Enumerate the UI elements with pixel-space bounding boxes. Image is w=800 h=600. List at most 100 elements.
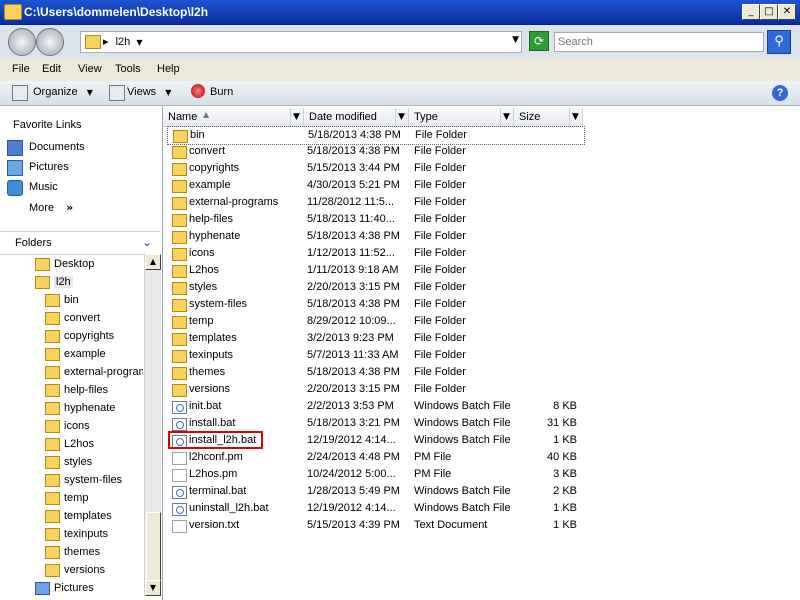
search-input[interactable]	[555, 33, 761, 51]
tree-node-l2hos[interactable]: L2hos	[45, 435, 94, 453]
file-name: bin	[190, 129, 205, 141]
file-row[interactable]: system-files 5/18/2013 4:38 PM File Folder	[167, 296, 583, 313]
file-row[interactable]: version.txt 5/15/2013 4:39 PM Text Documen…	[167, 517, 583, 534]
file-date-modified: 12/19/2012 4:14...	[307, 434, 396, 446]
chevron-down-icon[interactable]: ▼	[569, 108, 581, 126]
views-button[interactable]: Views ▼	[127, 86, 171, 98]
menu-file[interactable]: File	[12, 63, 30, 75]
file-row[interactable]: help-files 5/18/2013 11:40... File Folder	[167, 211, 583, 228]
address-bar[interactable]: ▸ l2h ▼ ▼	[80, 31, 522, 53]
burn-button[interactable]: Burn	[210, 86, 233, 98]
file-name: uninstall_l2h.bat	[189, 502, 269, 514]
tree-node-desktop[interactable]: Desktop	[35, 255, 94, 273]
file-row[interactable]: L2hos 1/11/2013 9:18 AM File Folder	[167, 262, 583, 279]
tree-node-icons[interactable]: icons	[45, 417, 90, 435]
column-size[interactable]: Size ▼	[514, 108, 583, 126]
tree-node-label: l2h	[54, 276, 73, 288]
file-type: File Folder	[414, 213, 466, 225]
file-size: 31 KB	[547, 417, 577, 429]
tree-node-versions[interactable]: versions	[45, 561, 105, 579]
breadcrumb-l2h[interactable]: l2h	[116, 36, 131, 48]
file-row[interactable]: external-programs 11/28/2012 11:5... File …	[167, 194, 583, 211]
chevron-down-icon[interactable]: ▼	[500, 108, 512, 126]
file-row[interactable]: init.bat 2/2/2013 3:53 PM Windows Batch Fi…	[167, 398, 583, 415]
tree-node-label: themes	[64, 546, 101, 558]
tree-node-texinputs[interactable]: texinputs	[45, 525, 108, 543]
tree-node-hyphenate[interactable]: hyphenate	[45, 399, 115, 417]
title-bar[interactable]: C:\Users\dommelen\Desktop\l2h _ □ ✕	[0, 0, 800, 25]
menu-help[interactable]: Help	[157, 63, 180, 75]
file-row[interactable]: copyrights 5/15/2013 3:44 PM File Folder	[167, 160, 583, 177]
file-row[interactable]: versions 2/20/2013 3:15 PM File Folder	[167, 381, 583, 398]
file-row[interactable]: texinputs 5/7/2013 11:33 AM File Folder	[167, 347, 583, 364]
file-row[interactable]: terminal.bat 1/28/2013 5:49 PM Windows Bat…	[167, 483, 583, 500]
tree-node-external-programs[interactable]: external-program	[45, 363, 143, 381]
breadcrumb-separator[interactable]: ▸	[103, 36, 109, 48]
refresh-icon[interactable]: ⟳	[529, 31, 549, 51]
folder-tree-scrollbar[interactable]: ▲ ▼	[144, 254, 161, 596]
breadcrumb-dropdown-icon[interactable]: ▼	[136, 38, 142, 47]
breadcrumb[interactable]: ▸ l2h ▼	[103, 35, 143, 48]
tree-node-templates[interactable]: templates	[45, 507, 112, 525]
menu-tools[interactable]: Tools	[115, 63, 141, 75]
tree-node-themes[interactable]: themes	[45, 543, 100, 561]
tree-node-help-files[interactable]: help-files	[45, 381, 108, 399]
folders-header[interactable]: Folders ⌄	[0, 231, 160, 255]
tree-node-temp[interactable]: temp	[45, 489, 88, 507]
file-row[interactable]: themes 5/18/2013 4:38 PM File Folder	[167, 364, 583, 381]
file-type: Windows Batch File	[414, 485, 511, 497]
file-row[interactable]: templates 3/2/2013 9:23 PM File Folder	[167, 330, 583, 347]
file-row[interactable]: styles 2/20/2013 3:15 PM File Folder	[167, 279, 583, 296]
column-name[interactable]: Name ▲ ▼	[163, 108, 304, 126]
back-button[interactable]	[8, 28, 36, 56]
favorite-pictures[interactable]: Pictures	[29, 161, 69, 173]
file-date-modified: 2/2/2013 3:53 PM	[307, 400, 394, 412]
chevron-down-icon[interactable]: ▼	[395, 108, 407, 126]
file-row[interactable]: l2hconf.pm 2/24/2013 4:48 PM PM File 40 KB	[167, 449, 583, 466]
menu-view[interactable]: View	[78, 63, 102, 75]
column-type[interactable]: Type ▼	[409, 108, 514, 126]
file-name: version.txt	[189, 519, 240, 531]
favorites-more-link[interactable]: More »	[29, 201, 73, 214]
search-icon[interactable]: ⚲	[767, 30, 791, 54]
file-type: PM File	[414, 468, 452, 480]
file-row[interactable]: example 4/30/2013 5:21 PM File Folder	[167, 177, 583, 194]
maximize-button[interactable]: □	[760, 4, 778, 20]
address-dropdown-icon[interactable]: ▼	[512, 35, 519, 45]
file-row[interactable]: install.bat 5/18/2013 3:21 PM Windows Batc…	[167, 415, 583, 432]
file-row[interactable]: temp 8/29/2012 10:09... File Folder	[167, 313, 583, 330]
tree-node-l2h[interactable]: l2h	[35, 273, 73, 291]
tree-node-styles[interactable]: styles	[45, 453, 92, 471]
chevron-down-icon[interactable]: ⌄	[142, 235, 152, 249]
tree-node-example[interactable]: example	[45, 345, 106, 363]
search-box[interactable]	[554, 32, 764, 52]
file-type: File Folder	[415, 129, 467, 141]
tree-node-convert[interactable]: convert	[45, 309, 100, 327]
file-name: convert	[189, 145, 226, 157]
chevron-down-icon[interactable]: ▼	[290, 108, 302, 126]
file-name: temp	[189, 315, 214, 327]
tree-node-system-files[interactable]: system-files	[45, 471, 122, 489]
file-row[interactable]: uninstall_l2h.bat 12/19/2012 4:14... Windo…	[167, 500, 583, 517]
file-row[interactable]: convert 5/18/2013 4:38 PM File Folder	[167, 143, 583, 160]
minimize-button[interactable]: _	[742, 4, 760, 20]
column-date-modified[interactable]: Date modified ▼	[304, 108, 409, 126]
file-row[interactable]: hyphenate 5/18/2013 4:38 PM File Folder	[167, 228, 583, 245]
scroll-down-button[interactable]: ▼	[145, 580, 161, 596]
organize-button[interactable]: Organize ▼	[33, 86, 93, 98]
forward-button[interactable]	[36, 28, 64, 56]
tree-node-bin[interactable]: bin	[45, 291, 79, 309]
file-date-modified: 1/11/2013 9:18 AM	[307, 264, 399, 276]
file-row[interactable]: icons 1/12/2013 11:52... File Folder	[167, 245, 583, 262]
favorite-documents[interactable]: Documents	[29, 141, 85, 153]
scroll-up-button[interactable]: ▲	[145, 254, 161, 270]
close-button[interactable]: ✕	[778, 4, 796, 20]
help-icon[interactable]: ?	[772, 85, 788, 101]
tree-node-copyrights[interactable]: copyrights	[45, 327, 114, 345]
tree-node-pictures[interactable]: Pictures	[35, 579, 94, 597]
file-date-modified: 1/28/2013 5:49 PM	[307, 485, 400, 497]
favorite-music[interactable]: Music	[29, 181, 58, 193]
favorites-more-label[interactable]: More	[29, 202, 54, 214]
menu-edit[interactable]: Edit	[42, 63, 61, 75]
file-row[interactable]: L2hos.pm 10/24/2012 5:00... PM File 3 KB	[167, 466, 583, 483]
